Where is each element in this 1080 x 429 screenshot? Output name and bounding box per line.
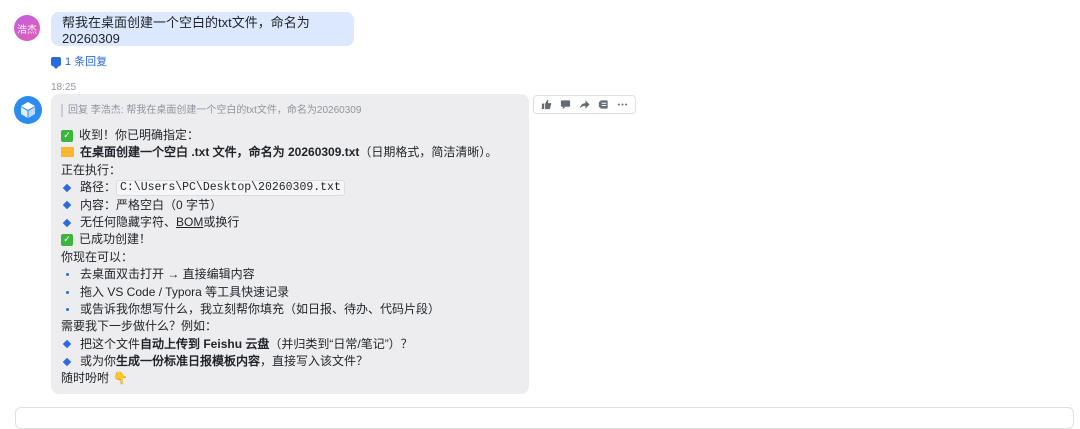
thumbs-up-icon[interactable] <box>541 99 553 111</box>
bot-line-path: 路径： C:\Users\PC\Desktop\20260309.txt <box>61 179 519 196</box>
bot-line-open: 去桌面双击打开 → 直接编辑内容 <box>61 266 519 283</box>
bot-line-closing: 随时吩咐 👇 <box>61 370 519 387</box>
message-input-box[interactable] <box>15 407 1074 429</box>
bullet-dot-icon <box>66 273 69 277</box>
bom-term: BOM <box>176 214 204 229</box>
bot-cube-icon <box>21 102 35 118</box>
user-message-bubble: 帮我在桌面创建一个空白的txt文件，命名为20260309 <box>51 12 354 46</box>
pointing-down-emoji: 👇 <box>113 371 128 386</box>
message-action-bar <box>533 95 636 114</box>
bot-line-template: 或为你 生成一份标准日报模板内容 ，直接写入该文件？ <box>61 353 519 370</box>
bot-line-fill: 或告诉我你想写什么，我立刻帮你填充（如日报、待办、代码片段） <box>61 301 519 318</box>
file-path-code: C:\Users\PC\Desktop\20260309.txt <box>116 179 345 196</box>
check-icon: ✓ <box>61 234 73 247</box>
bullet-dot-icon <box>66 290 69 294</box>
bot-line-you-can: 你现在可以： <box>61 249 134 264</box>
user-message-text: 帮我在桌面创建一个空白的txt文件，命名为20260309 <box>62 15 310 46</box>
forward-icon[interactable] <box>579 99 591 111</box>
bullet-diamond-icon <box>62 201 72 210</box>
bot-message-bubble: 回复 李浩杰: 帮我在桌面创建一个空白的txt文件，命名为20260309 ✓ … <box>51 94 529 394</box>
reply-thread-icon <box>51 56 61 69</box>
bot-line-next: 需要我下一步做什么？例如： <box>61 319 218 334</box>
bot-avatar[interactable] <box>14 96 42 124</box>
pin-icon[interactable] <box>598 99 610 111</box>
check-icon: ✓ <box>61 129 73 142</box>
bot-line-task: 在桌面创建一个空白 .txt 文件，命名为 20260309.txt （日期格式，… <box>61 144 519 161</box>
bullet-diamond-icon <box>62 357 72 367</box>
more-icon[interactable] <box>617 99 629 111</box>
comment-icon[interactable] <box>560 99 572 111</box>
message-timestamp: 18:25 <box>51 82 77 93</box>
bot-line-hidden-chars: 无任何隐藏字符、 BOM 或换行 <box>61 214 519 231</box>
bullet-dot-icon <box>66 308 69 312</box>
bot-line-executing: 正在执行： <box>61 162 122 177</box>
bullet-diamond-icon <box>62 340 72 349</box>
bot-line-created: ✓ 已成功创建！ <box>61 231 519 248</box>
thread-reply-link[interactable]: 1 条回复 <box>51 53 107 69</box>
bot-line-drag: 拖入 VS Code / Typora 等工具快速记录 <box>61 284 519 301</box>
bullet-diamond-icon <box>62 183 72 193</box>
reply-quote: 回复 李浩杰: 帮我在桌面创建一个空白的txt文件，命名为20260309 <box>61 104 519 117</box>
bullet-diamond-icon <box>62 218 72 227</box>
bot-line-content: 内容：严格空白（0 字节） <box>61 197 519 214</box>
folder-icon <box>61 147 74 158</box>
reply-count-label: 1 条回复 <box>65 56 108 68</box>
bot-line-upload: 把这个文件 自动上传到 Feishu 云盘 （并归类到“日常/笔记”）？ <box>61 336 519 353</box>
bot-line-ack: ✓ 收到！你已明确指定： <box>61 127 519 144</box>
user-avatar[interactable]: 浩杰 <box>14 15 40 41</box>
